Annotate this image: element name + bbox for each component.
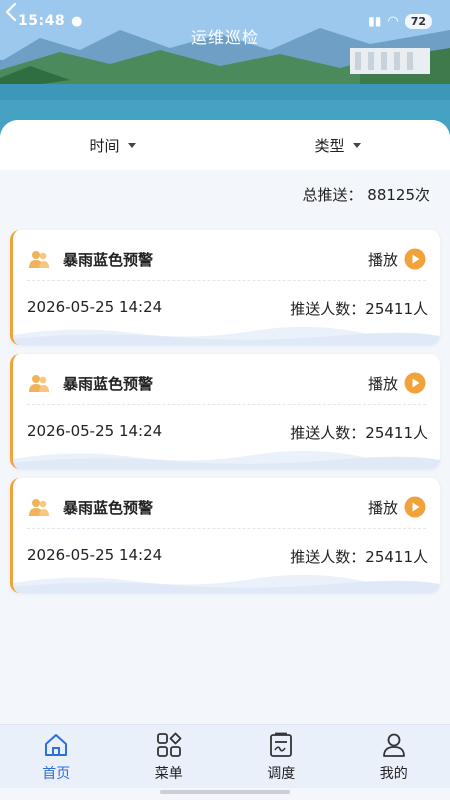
group-users-icon xyxy=(29,375,49,392)
wave-decoration xyxy=(13,574,440,593)
total-push-label: 总推送： xyxy=(302,186,363,204)
nav-label-profile: 我的 xyxy=(379,765,408,782)
alert-datetime: 2026-05-25 14:24 xyxy=(27,298,163,316)
wave-decoration xyxy=(13,326,440,345)
alert-card[interactable]: 暴雨蓝色预警 播放 2026-05-25 14:24 推送人数：25411人 xyxy=(10,478,440,593)
nav-label-menu: 菜单 xyxy=(154,765,183,782)
push-count-value: 25411人 xyxy=(365,300,428,318)
caret-down-icon xyxy=(352,142,361,148)
play-icon xyxy=(404,372,426,394)
nav-item-dispatch[interactable]: 调度 xyxy=(225,725,338,788)
type-filter-dropdown[interactable]: 类型 xyxy=(225,135,450,156)
play-label: 播放 xyxy=(367,498,398,517)
play-icon xyxy=(404,248,426,270)
wave-decoration xyxy=(13,450,440,469)
alert-title: 暴雨蓝色预警 xyxy=(63,498,154,517)
play-button[interactable]: 播放 xyxy=(368,248,426,270)
push-count: 推送人数：25411人 xyxy=(290,298,428,319)
nav-label-dispatch: 调度 xyxy=(267,765,296,782)
bottom-nav: 首页 菜单 调度 我的 xyxy=(0,724,450,788)
alert-title: 暴雨蓝色预警 xyxy=(63,250,154,269)
push-count-value: 25411人 xyxy=(365,548,428,566)
alert-title: 暴雨蓝色预警 xyxy=(63,374,154,393)
filter-bar: 时间 类型 xyxy=(0,120,450,170)
type-filter-label: 类型 xyxy=(314,136,345,155)
play-label: 播放 xyxy=(367,374,398,393)
push-count: 推送人数：25411人 xyxy=(290,546,428,567)
total-push-summary: 总推送： 88125次 xyxy=(302,184,430,205)
alert-datetime: 2026-05-25 14:24 xyxy=(27,546,163,564)
alert-card[interactable]: 暴雨蓝色预警 播放 2026-05-25 14:24 推送人数：25411人 xyxy=(10,354,440,469)
time-filter-label: 时间 xyxy=(89,136,120,155)
group-users-icon xyxy=(29,251,49,268)
page-title: 运维巡检 xyxy=(190,28,259,47)
total-push-value: 88125次 xyxy=(367,186,430,204)
card-divider xyxy=(27,404,426,405)
push-count-label: 推送人数： xyxy=(290,424,366,442)
home-icon xyxy=(45,733,68,756)
card-divider xyxy=(27,528,426,529)
nav-label-home: 首页 xyxy=(42,765,71,782)
play-icon xyxy=(404,496,426,518)
push-count-label: 推送人数： xyxy=(290,300,366,318)
user-icon xyxy=(382,733,405,757)
push-count: 推送人数：25411人 xyxy=(290,422,428,443)
caret-down-icon xyxy=(127,142,136,148)
push-count-label: 推送人数： xyxy=(290,548,366,566)
nav-item-menu[interactable]: 菜单 xyxy=(113,725,226,788)
nav-item-profile[interactable]: 我的 xyxy=(338,725,450,788)
play-button[interactable]: 播放 xyxy=(368,496,426,518)
home-indicator xyxy=(160,790,290,794)
push-count-value: 25411人 xyxy=(365,424,428,442)
grid-icon xyxy=(156,732,182,757)
play-label: 播放 xyxy=(367,250,398,269)
card-divider xyxy=(27,280,426,281)
back-arrow-icon[interactable] xyxy=(0,0,24,24)
nav-item-home[interactable]: 首页 xyxy=(0,725,113,788)
play-button[interactable]: 播放 xyxy=(368,372,426,394)
group-users-icon xyxy=(29,499,49,516)
alert-datetime: 2026-05-25 14:24 xyxy=(27,422,163,440)
time-filter-dropdown[interactable]: 时间 xyxy=(0,135,225,156)
alert-card[interactable]: 暴雨蓝色预警 播放 2026-05-25 14:24 推送人数：25411人 xyxy=(10,230,440,345)
clipboard-icon xyxy=(270,732,293,757)
